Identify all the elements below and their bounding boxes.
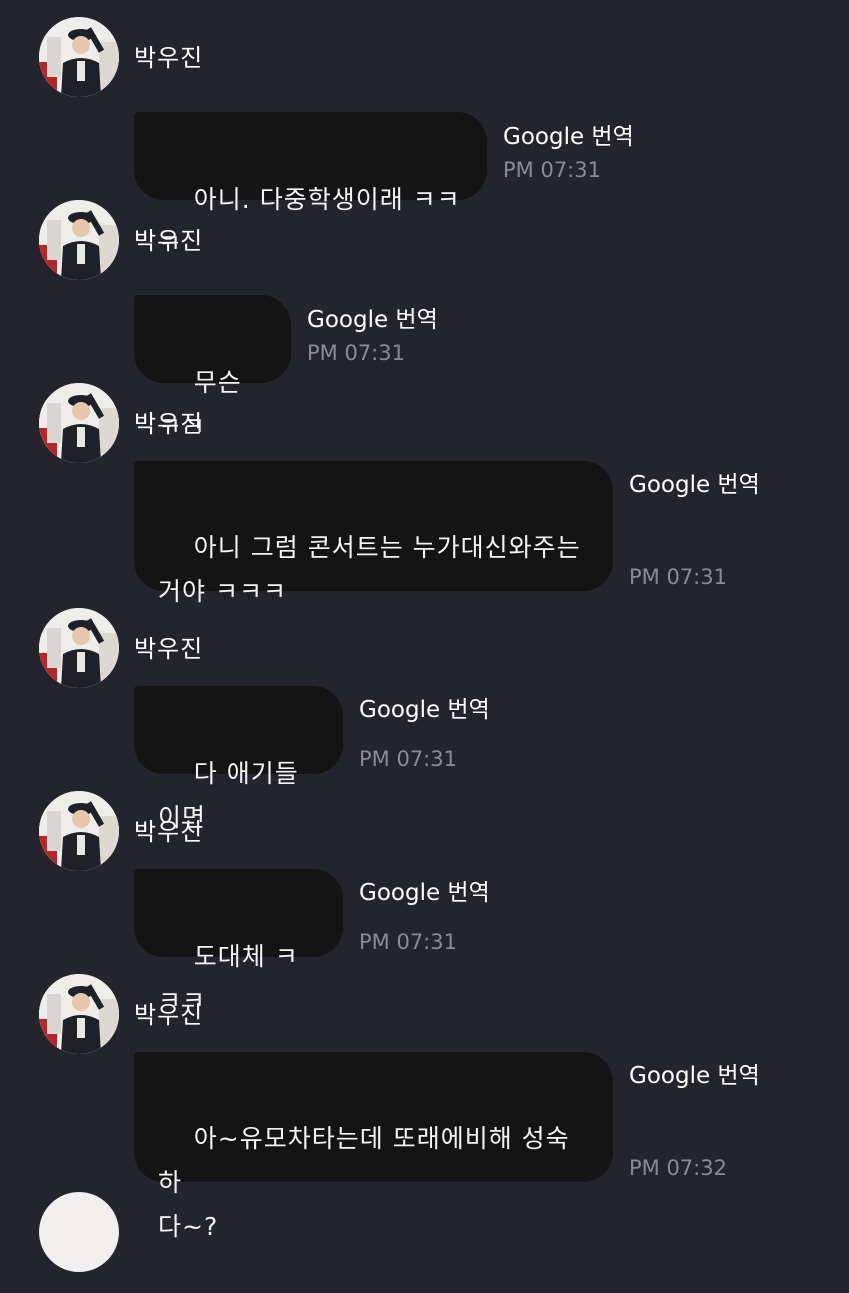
sender-name: 박우진 — [134, 410, 204, 438]
avatar[interactable] — [39, 791, 119, 871]
avatar[interactable] — [39, 1192, 119, 1272]
message-bubble[interactable]: 아니 그럼 콘서트는 누가대신와주는 거야 ㅋㅋㅋ — [134, 461, 613, 606]
google-translate-link[interactable]: Google 번역 — [629, 1062, 760, 1090]
message-text: 아니. 다중학생이래 ㅋㅋㅋ — [158, 185, 461, 258]
avatar[interactable] — [39, 17, 119, 97]
message-bubble[interactable]: 아니. 다중학생이래 ㅋㅋㅋ — [134, 112, 487, 258]
message-timestamp: PM 07:31 — [359, 747, 457, 771]
avatar[interactable] — [39, 383, 119, 463]
sender-name: 박우진 — [134, 635, 204, 663]
avatar[interactable] — [39, 608, 119, 688]
sender-name: 박우진 — [134, 227, 204, 255]
message-timestamp: PM 07:31 — [503, 158, 601, 182]
message-timestamp: PM 07:31 — [629, 565, 727, 589]
google-translate-link[interactable]: Google 번역 — [307, 306, 438, 334]
message-timestamp: PM 07:31 — [359, 930, 457, 954]
message-text: 아~유모차타는데 또래에비해 성숙하 다~? — [158, 1124, 570, 1241]
google-translate-link[interactable]: Google 번역 — [359, 696, 490, 724]
message-timestamp: PM 07:32 — [629, 1156, 727, 1180]
message-text: 아니 그럼 콘서트는 누가대신와주는 거야 ㅋㅋㅋ — [158, 533, 581, 606]
avatar[interactable] — [39, 200, 119, 280]
avatar[interactable] — [39, 974, 119, 1054]
message-timestamp: PM 07:31 — [307, 341, 405, 365]
sender-name: 박우진 — [134, 818, 204, 846]
google-translate-link[interactable]: Google 번역 — [359, 879, 490, 907]
sender-name: 박우진 — [134, 44, 204, 72]
message-bubble[interactable]: 도대체 ㅋㅋㅋ — [134, 869, 343, 1015]
sender-name: 박우진 — [134, 1001, 204, 1029]
message-bubble[interactable]: 다 애기들이면 — [134, 686, 343, 832]
message-bubble[interactable]: 아~유모차타는데 또래에비해 성숙하 다~? — [134, 1052, 613, 1241]
google-translate-link[interactable]: Google 번역 — [629, 471, 760, 499]
google-translate-link[interactable]: Google 번역 — [503, 123, 634, 151]
message-bubble[interactable]: 무슨 ㅋㅋ — [134, 295, 291, 441]
